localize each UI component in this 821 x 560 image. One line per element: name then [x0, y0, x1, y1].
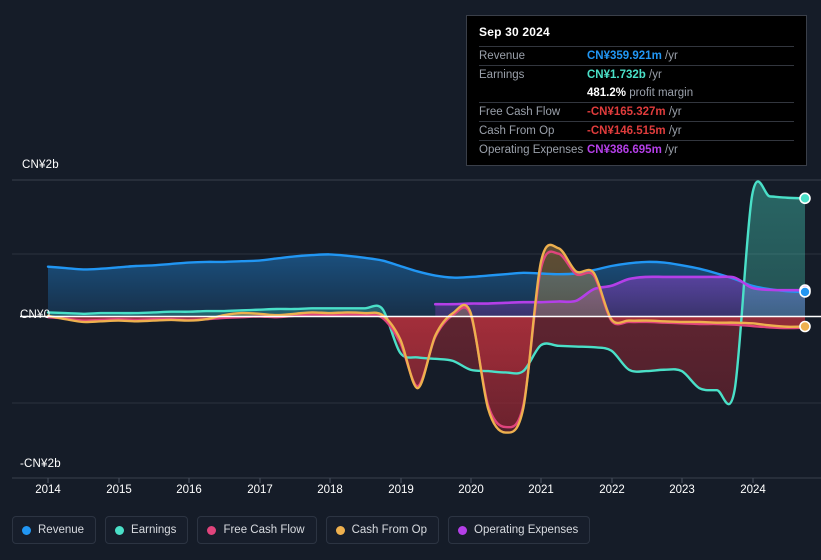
- tooltip-row: Revenue CN¥359.921m /yr: [479, 46, 794, 66]
- legend-color-dot: [335, 525, 345, 535]
- legend-item-free-cash-flow[interactable]: Free Cash Flow: [197, 516, 317, 544]
- x-tick-2024: 2024: [740, 484, 766, 496]
- y-axis-label-top: CN¥2b: [22, 159, 59, 171]
- tooltip-row-label: Cash From Op: [479, 121, 587, 141]
- tooltip-row-value: CN¥359.921m /yr: [587, 46, 794, 66]
- x-tick-2019: 2019: [388, 484, 414, 496]
- x-tick-2016: 2016: [176, 484, 202, 496]
- x-tick-2017: 2017: [247, 484, 273, 496]
- end-marker-revenue[interactable]: [799, 286, 811, 298]
- x-tick-2020: 2020: [458, 484, 484, 496]
- tooltip-row-label: [479, 84, 587, 103]
- financial-chart-page: CN¥2b CN¥0 -CN¥2b 2014 2015 2016 2017 2018 20…: [0, 0, 821, 560]
- legend-item-revenue[interactable]: Revenue: [12, 516, 97, 544]
- tooltip-row-value: CN¥386.695m /yr: [587, 140, 794, 159]
- x-tick-2018: 2018: [317, 484, 343, 496]
- end-marker-cash-from-op[interactable]: [799, 320, 811, 333]
- tooltip-row-label: Free Cash Flow: [479, 102, 587, 122]
- tooltip-row: Operating Expenses CN¥386.695m /yr: [479, 140, 794, 159]
- tooltip-row-value: CN¥1.732b /yr: [587, 65, 794, 84]
- legend-item-label: Cash From Op: [351, 524, 428, 536]
- legend-color-dot: [207, 525, 217, 535]
- tooltip-row: 481.2% profit margin: [479, 84, 794, 103]
- x-axis-ticks: [47, 478, 754, 483]
- legend-color-dot: [115, 525, 125, 535]
- y-axis-label-bottom: -CN¥2b: [20, 458, 61, 470]
- legend-item-label: Operating Expenses: [474, 524, 579, 536]
- chart-legend[interactable]: Revenue Earnings Free Cash Flow Cash From O…: [12, 516, 591, 544]
- legend-item-label: Earnings: [131, 524, 177, 536]
- tooltip-row-label: Revenue: [479, 46, 587, 66]
- tooltip-row-label: Operating Expenses: [479, 140, 587, 159]
- legend-item-cash-from-op[interactable]: Cash From Op: [325, 516, 440, 544]
- end-marker-earnings[interactable]: [799, 192, 811, 205]
- x-tick-2021: 2021: [528, 484, 554, 496]
- legend-color-dot: [22, 525, 31, 535]
- data-tooltip: Sep 30 2024 Revenue CN¥359.921m /yr Earnin…: [466, 15, 807, 166]
- legend-item-operating-expenses[interactable]: Operating Expenses: [448, 516, 591, 544]
- tooltip-table: Revenue CN¥359.921m /yr Earnings CN¥1.732b …: [479, 46, 794, 159]
- tooltip-row-value: 481.2% profit margin: [587, 87, 694, 99]
- legend-item-earnings[interactable]: Earnings: [105, 516, 189, 544]
- tooltip-row: Earnings CN¥1.732b /yr: [479, 65, 794, 84]
- y-axis-label-zero: CN¥0: [20, 309, 51, 321]
- tooltip-row-value: -CN¥146.515m /yr: [587, 121, 794, 141]
- x-tick-2022: 2022: [599, 484, 625, 496]
- legend-item-label: Free Cash Flow: [223, 524, 305, 536]
- x-tick-2023: 2023: [669, 484, 695, 496]
- x-tick-2015: 2015: [106, 484, 132, 496]
- x-tick-2014: 2014: [35, 484, 61, 496]
- tooltip-date: Sep 30 2024: [479, 25, 550, 39]
- series-plot-layer: [46, 180, 807, 434]
- tooltip-row: Free Cash Flow -CN¥165.327m /yr: [479, 102, 794, 122]
- tooltip-row-label: Earnings: [479, 65, 587, 84]
- tooltip-row-value: -CN¥165.327m /yr: [587, 102, 794, 122]
- legend-color-dot: [458, 525, 468, 535]
- legend-item-label: Revenue: [38, 524, 85, 536]
- tooltip-row: Cash From Op -CN¥146.515m /yr: [479, 121, 794, 141]
